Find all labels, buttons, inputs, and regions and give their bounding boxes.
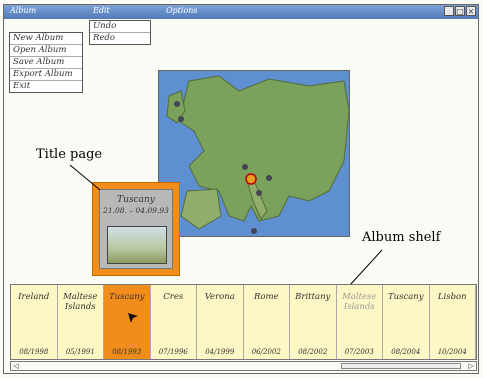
album-item[interactable]: Brittany 08/2002 <box>290 285 337 359</box>
album-name: Rome <box>253 292 279 302</box>
arrow-cursor-icon <box>128 313 138 323</box>
shelf-scrollbar[interactable]: ◁ ▷ <box>10 361 477 371</box>
album-date: 10/2004 <box>437 348 467 356</box>
album-date: 08/1993 <box>112 348 142 356</box>
album-item[interactable]: Tuscany 08/1993 <box>104 285 151 359</box>
album-name: Tuscany <box>108 292 145 302</box>
album-shelf-callout-line <box>349 249 383 286</box>
album-name: Ireland <box>18 292 50 302</box>
album-date: 08/1998 <box>19 348 49 356</box>
album-date: 08/2002 <box>298 348 328 356</box>
album-date: 07/1996 <box>158 348 188 356</box>
album-item[interactable]: Maltese Islands 05/1991 <box>57 285 104 359</box>
album-shelf: Ireland 08/1998 Maltese Islands 05/1991 Tusc… <box>10 284 477 360</box>
album-item[interactable]: Ireland 08/1998 <box>11 285 58 359</box>
title-page-callout-line <box>69 164 101 191</box>
album-item[interactable]: Lisbon 10/2004 <box>429 285 476 359</box>
album-date: 04/1999 <box>205 348 235 356</box>
album-item[interactable]: Cres 07/1996 <box>150 285 197 359</box>
album-name: Tuscany <box>387 292 424 302</box>
album-name: Cres <box>163 292 184 302</box>
album-date: 07/2003 <box>344 348 374 356</box>
album-name: Maltese Islands <box>342 292 377 312</box>
album-item[interactable]: Rome 06/2002 <box>243 285 290 359</box>
album-date: 05/1991 <box>65 348 95 356</box>
scroll-thumb[interactable] <box>341 363 461 369</box>
album-name: Brittany <box>295 292 331 302</box>
album-name: Lisbon <box>437 292 467 302</box>
scroll-left-icon[interactable]: ◁ <box>11 362 21 370</box>
album-date: 06/2002 <box>251 348 281 356</box>
album-item[interactable]: Maltese Islands 07/2003 <box>336 285 383 359</box>
album-date: 08/2004 <box>391 348 421 356</box>
scroll-right-icon[interactable]: ▷ <box>466 362 476 370</box>
album-item[interactable]: Tuscany 08/2004 <box>383 285 430 359</box>
album-name: Verona <box>204 292 235 302</box>
album-name: Maltese Islands <box>63 292 98 312</box>
album-item[interactable]: Verona 04/1999 <box>197 285 244 359</box>
